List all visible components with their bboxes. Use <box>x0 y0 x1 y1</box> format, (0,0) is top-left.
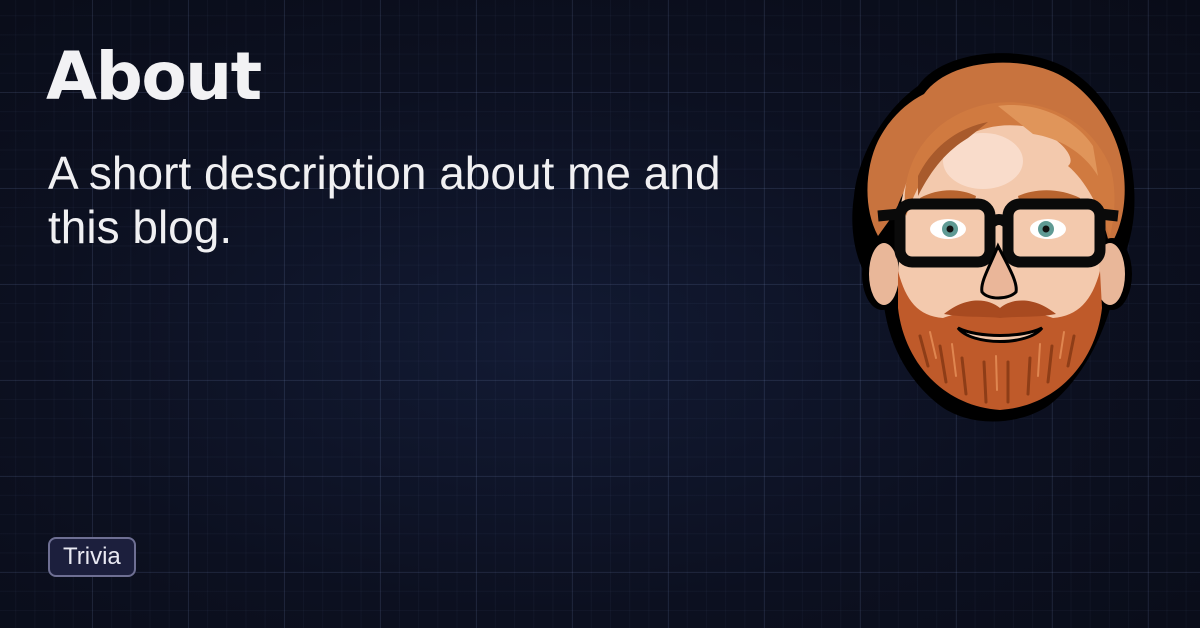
cartoon-face-icon <box>852 53 1135 422</box>
og-card: About A short description about me and t… <box>0 0 1200 628</box>
page-description: A short description about me and this bl… <box>48 147 721 253</box>
right-pupil <box>1042 225 1050 233</box>
left-ear-inner <box>869 243 899 305</box>
tag-badge[interactable]: Trivia <box>48 537 136 577</box>
left-pupil <box>946 225 954 233</box>
page-title: About <box>46 38 262 115</box>
